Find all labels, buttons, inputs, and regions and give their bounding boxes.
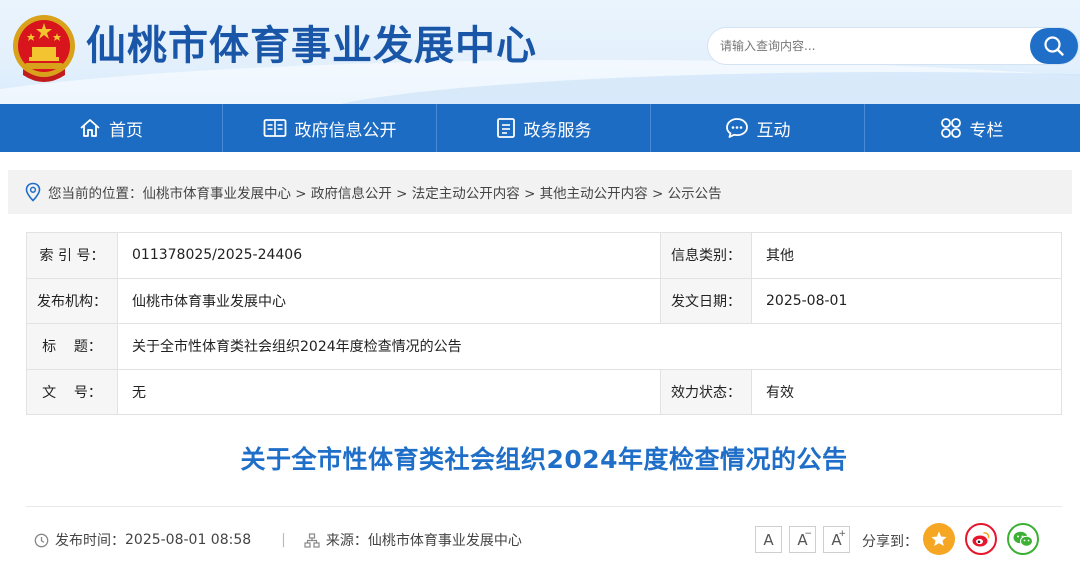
site-header: 仙桃市体育事业发展中心 (0, 0, 1080, 104)
font-decrease-button[interactable]: A − (789, 526, 816, 553)
article-info: 发布时间： 2025-08-01 08:58 | 来源： 仙桃市体育事业发展中心 (34, 526, 522, 554)
meta-label: 信息类别： (660, 232, 752, 279)
share-label: 分享到： (862, 534, 918, 550)
nav-item-home[interactable]: 首页 (0, 104, 222, 152)
meta-value: 关于全市性体育类社会组织2024年度检查情况的公告 (117, 323, 1062, 370)
meta-value: 无 (117, 368, 661, 415)
font-size-controls: A A − A + (755, 526, 850, 553)
nav-label: 互动 (756, 120, 791, 141)
separator: | (281, 532, 286, 548)
chat-icon (725, 118, 748, 138)
site-title[interactable]: 仙桃市体育事业发展中心 (86, 20, 537, 72)
nav-item-interaction[interactable]: 互动 (650, 104, 864, 152)
meta-label: 标 题： (26, 323, 118, 370)
meta-label: 发文日期： (660, 277, 752, 324)
table-row: 文 号： 无 效力状态： 有效 (26, 368, 1062, 415)
main-nav: 首页 政府信息公开 政务服务 互动 专栏 (0, 104, 1080, 152)
publish-time: 2025-08-01 08:58 (125, 532, 252, 548)
search-icon (1044, 36, 1064, 56)
article-title: 关于全市性体育类社会组织2024年度检查情况的公告 (240, 445, 848, 474)
table-row: 标 题： 关于全市性体育类社会组织2024年度检查情况的公告 (26, 323, 1062, 370)
publish-time-label: 发布时间： (55, 533, 125, 549)
share-wechat-button[interactable] (1007, 523, 1039, 555)
breadcrumb: 您当前的位置： 仙桃市体育事业发展中心 > 政府信息公开 > 法定主动公开内容 … (8, 170, 1072, 214)
nav-item-column[interactable]: 专栏 (864, 104, 1078, 152)
meta-value: 仙桃市体育事业发展中心 (117, 277, 661, 324)
nav-label: 专栏 (969, 120, 1004, 141)
share-favorite-button[interactable] (923, 523, 955, 555)
home-icon (80, 119, 100, 137)
search-box (708, 28, 1078, 64)
meta-label: 索 引 号： (26, 232, 118, 279)
meta-label: 发布机构： (26, 277, 118, 324)
nav-label: 首页 (109, 120, 143, 141)
nav-item-info-open[interactable]: 政府信息公开 (222, 104, 436, 152)
national-emblem-icon (13, 15, 75, 82)
table-row: 索 引 号： 011378025/2025-24406 信息类别： 其他 (26, 232, 1062, 279)
document-meta-table: 索 引 号： 011378025/2025-24406 信息类别： 其他 发布机… (26, 232, 1062, 415)
meta-value: 2025-08-01 (751, 277, 1062, 324)
font-increase-button[interactable]: A + (823, 526, 850, 553)
info-open-icon (263, 119, 286, 137)
breadcrumb-path[interactable]: 仙桃市体育事业发展中心 > 政府信息公开 > 法定主动公开内容 > 其他主动公开… (143, 182, 722, 202)
clock-icon (34, 533, 49, 547)
star-icon (931, 531, 947, 546)
breadcrumb-prefix: 您当前的位置： (48, 186, 143, 202)
meta-value: 其他 (751, 232, 1062, 279)
weibo-icon (972, 532, 990, 547)
nav-label: 政务服务 (523, 120, 592, 141)
divider (26, 506, 1062, 507)
font-normal-label: A (763, 530, 774, 549)
share-weibo-button[interactable] (965, 523, 997, 555)
column-icon (940, 118, 961, 138)
search-input[interactable] (720, 36, 1020, 56)
meta-value: 有效 (751, 368, 1062, 415)
meta-value: 011378025/2025-24406 (117, 232, 661, 279)
nav-label: 政府信息公开 (294, 120, 397, 141)
source-icon (304, 532, 320, 548)
table-row: 发布机构： 仙桃市体育事业发展中心 发文日期： 2025-08-01 (26, 277, 1062, 324)
nav-item-services[interactable]: 政务服务 (436, 104, 650, 152)
font-normal-button[interactable]: A (755, 526, 782, 553)
location-pin-icon (25, 182, 41, 202)
search-button[interactable] (1030, 28, 1078, 64)
meta-label: 效力状态： (660, 368, 752, 415)
plus-icon: + (838, 529, 846, 539)
share-buttons (923, 523, 1039, 555)
minus-icon: − (804, 529, 812, 539)
source-label: 来源： (325, 533, 368, 549)
source: 仙桃市体育事业发展中心 (367, 533, 522, 549)
service-icon (496, 118, 515, 138)
wechat-icon (1013, 531, 1033, 547)
meta-label: 文 号： (26, 368, 118, 415)
